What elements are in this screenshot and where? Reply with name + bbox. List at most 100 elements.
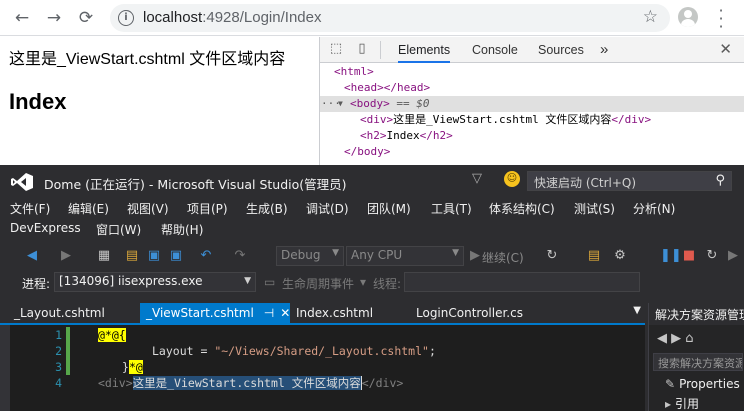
lifecycle-chevron-icon[interactable]: ▾ — [360, 275, 366, 289]
dom-node-div[interactable]: <div>这里是_ViewStart.cshtml 文件区域内容</div> — [320, 112, 744, 128]
code-editor[interactable]: 1 @*@{ 2 Layout = "~/Views/Shared/_Layou… — [0, 325, 645, 411]
diagnostics-icon[interactable]: ⚙ — [612, 247, 628, 265]
dom-node-h2[interactable]: <h2>Index</h2> — [320, 128, 744, 144]
menu-help[interactable]: 帮助(H) — [161, 221, 203, 238]
menu-devexpress[interactable]: DevExpress — [10, 221, 81, 235]
pin-tab-icon[interactable]: ⊣ — [264, 306, 274, 320]
code-text: }*@ — [122, 359, 143, 375]
reload-icon[interactable]: ⟳ — [76, 8, 96, 28]
continue-button[interactable]: 继续(C) — [482, 249, 524, 266]
forward-icon[interactable]: ▶ — [671, 331, 681, 346]
head-tag: <head></head> — [344, 81, 431, 94]
div-open-tag: <div> — [360, 113, 394, 126]
chevron-down-icon: ▼ — [244, 276, 251, 286]
tree-item-references[interactable]: ▸ 引用 — [665, 395, 699, 411]
inspect-element-icon[interactable]: ⬚ — [328, 41, 344, 57]
menu-file[interactable]: 文件(F) — [10, 200, 50, 217]
stop-icon[interactable]: ■ — [682, 247, 696, 265]
vs-debug-location-toolbar: 进程: [134096] iisexpress.exe ▼ ▭ 生命周期事件 ▾ … — [0, 270, 744, 294]
search-icon[interactable]: ⚲ — [715, 173, 725, 188]
profile-avatar-icon[interactable] — [678, 7, 698, 27]
browser-menu-icon[interactable]: · · · — [714, 3, 728, 35]
restart-icon[interactable]: ↻ — [704, 247, 720, 265]
dom-node-head[interactable]: <head></head> — [320, 80, 744, 96]
tab-logincontroller-cs[interactable]: LoginController.cs — [410, 303, 529, 323]
code-line-4[interactable]: 4 <div>这里是_ViewStart.cshtml 文件区域内容</div> — [0, 375, 645, 391]
solution-search-input[interactable]: 搜索解决方案资源管 — [653, 353, 743, 371]
back-arrow-icon[interactable]: ← — [12, 8, 32, 28]
tree-item-label: 引用 — [675, 397, 700, 411]
save-all-icon[interactable]: ▣ — [168, 247, 184, 265]
selected-code-text[interactable]: 这里是_ViewStart.cshtml 文件区域内容 — [132, 376, 361, 390]
build-config-select[interactable]: Debug ▼ — [276, 246, 344, 266]
feedback-smiley-icon[interactable]: ☺ — [504, 171, 520, 187]
thread-select[interactable] — [404, 272, 640, 292]
code-line-1[interactable]: 1 @*@{ — [0, 327, 645, 343]
solution-config-icon[interactable]: ▦ — [96, 247, 112, 265]
tab-elements[interactable]: Elements — [398, 37, 451, 63]
dom-node-body[interactable]: ··· ▼ <body> == $0 — [320, 96, 744, 112]
address-bar[interactable]: i localhost:4928/Login/Index ☆ — [110, 4, 670, 32]
tab-index-cshtml[interactable]: Index.cshtml — [290, 303, 379, 323]
step-icon[interactable]: ▶ — [726, 247, 740, 265]
browser-link-icon[interactable]: ▤ — [586, 247, 602, 265]
undo-icon[interactable]: ↶ — [198, 247, 214, 265]
menu-build[interactable]: 生成(B) — [246, 200, 288, 217]
url-path: :4928/Login/Index — [202, 9, 322, 26]
body-close-tag: </body> — [344, 145, 391, 158]
redo-icon[interactable]: ↷ — [232, 247, 248, 265]
forward-arrow-icon[interactable]: → — [44, 8, 64, 28]
expand-triangle-icon[interactable]: ▼ — [338, 96, 343, 112]
code-line-3[interactable]: 3 }*@ — [0, 359, 645, 375]
tab-sources[interactable]: Sources — [538, 37, 584, 63]
close-devtools-icon[interactable]: ✕ — [719, 40, 732, 58]
tab-overflow-dropdown-icon[interactable]: ▼ — [633, 305, 641, 316]
dom-node-body-close[interactable]: </body> — [320, 144, 744, 160]
process-label: 进程: — [22, 277, 51, 291]
menu-edit[interactable]: 编辑(E) — [68, 200, 109, 217]
site-info-icon[interactable]: i — [118, 10, 134, 26]
menu-window[interactable]: 窗口(W) — [96, 221, 141, 238]
home-icon[interactable]: ⌂ — [685, 331, 693, 346]
notification-filter-icon[interactable]: ▽ — [472, 171, 482, 186]
process-select[interactable]: [134096] iisexpress.exe ▼ — [54, 272, 256, 292]
menu-debug[interactable]: 调试(D) — [306, 200, 349, 217]
platform-select[interactable]: Any CPU ▼ — [346, 246, 464, 266]
menu-project[interactable]: 项目(P) — [187, 200, 228, 217]
back-icon[interactable]: ◀ — [657, 331, 667, 346]
more-tabs-icon[interactable]: » — [600, 37, 608, 63]
navigate-back-icon[interactable]: ◀ — [24, 247, 40, 265]
window-title: Dome (正在运行) - Microsoft Visual Studio(管理… — [44, 177, 347, 192]
tab-label: _Layout.cshtml — [14, 306, 105, 320]
save-icon[interactable]: ▣ — [146, 247, 162, 265]
dom-node-html[interactable]: <html> — [320, 64, 744, 80]
tab-layout-cshtml[interactable]: _Layout.cshtml — [8, 303, 111, 323]
close-tab-icon[interactable]: ✕ — [280, 306, 290, 320]
lifecycle-events-button[interactable]: 生命周期事件 — [282, 275, 354, 292]
pause-icon[interactable]: ❚❚ — [660, 247, 682, 265]
refresh-browser-icon[interactable]: ↻ — [544, 247, 560, 265]
menu-team[interactable]: 团队(M) — [367, 200, 411, 217]
navigate-forward-icon[interactable]: ▶ — [58, 247, 74, 265]
tab-viewstart-cshtml[interactable]: _ViewStart.cshtml ⊣ ✕ — [140, 303, 290, 323]
menu-tools[interactable]: 工具(T) — [431, 200, 472, 217]
menu-architecture[interactable]: 体系结构(C) — [489, 200, 555, 217]
bookmark-star-icon[interactable]: ☆ — [643, 7, 658, 27]
div-close-tag: </div> — [611, 113, 652, 126]
open-file-icon[interactable]: ▤ — [124, 247, 140, 265]
lifecycle-events-icon[interactable]: ▭ — [264, 275, 275, 289]
body-open-tag: <body> — [350, 97, 390, 110]
code-string: "~/Views/Shared/_Layout.cshtml" — [214, 344, 429, 358]
tab-console[interactable]: Console — [472, 37, 518, 63]
menu-test[interactable]: 测试(S) — [574, 200, 615, 217]
menu-view[interactable]: 视图(V) — [127, 200, 169, 217]
tab-label: _ViewStart.cshtml — [146, 306, 254, 320]
url-text[interactable]: localhost:4928/Login/Index — [143, 9, 321, 26]
quick-launch-input[interactable]: 快速启动 (Ctrl+Q) ⚲ — [527, 171, 732, 191]
menu-analyze[interactable]: 分析(N) — [633, 200, 675, 217]
code-line-2[interactable]: 2 Layout = "~/Views/Shared/_Layout.cshtm… — [0, 343, 645, 359]
continue-play-icon[interactable]: ▶ — [468, 247, 482, 265]
device-toolbar-icon[interactable]: ▯ — [354, 41, 370, 57]
h2-open-tag: <h2> — [360, 129, 387, 142]
tree-item-properties[interactable]: ✎ Properties — [665, 377, 740, 391]
